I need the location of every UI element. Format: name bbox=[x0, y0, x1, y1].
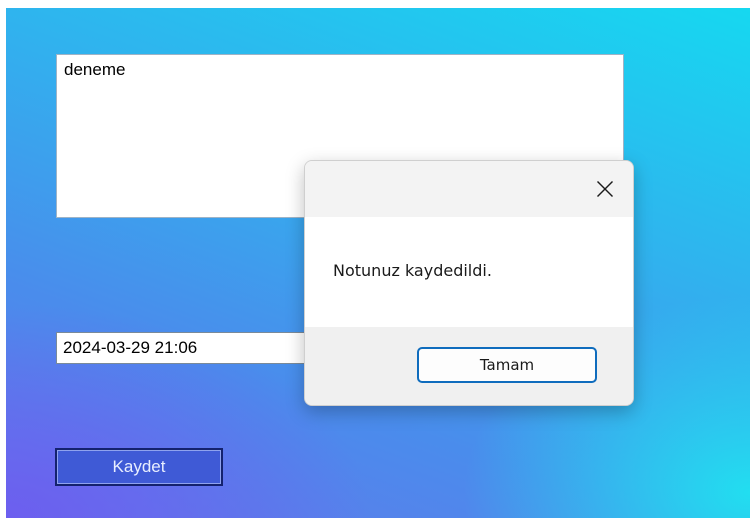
ok-button[interactable]: Tamam bbox=[417, 347, 597, 383]
message-dialog: Notunuz kaydedildi. Tamam bbox=[304, 160, 634, 406]
save-button-label: Kaydet bbox=[112, 457, 166, 476]
ok-button-label: Tamam bbox=[479, 356, 535, 374]
close-icon bbox=[597, 181, 613, 197]
app-window: deneme 2024-03-29 21:06 Kaydet Notunuz k… bbox=[6, 8, 750, 518]
dialog-titlebar bbox=[305, 161, 633, 217]
dialog-message: Notunuz kaydedildi. bbox=[333, 261, 492, 280]
save-button[interactable]: Kaydet bbox=[55, 448, 223, 486]
dialog-close-button[interactable] bbox=[591, 175, 619, 203]
dialog-footer: Tamam bbox=[305, 327, 633, 405]
datetime-field[interactable]: 2024-03-29 21:06 bbox=[56, 332, 316, 364]
dialog-body: Notunuz kaydedildi. bbox=[305, 217, 633, 327]
